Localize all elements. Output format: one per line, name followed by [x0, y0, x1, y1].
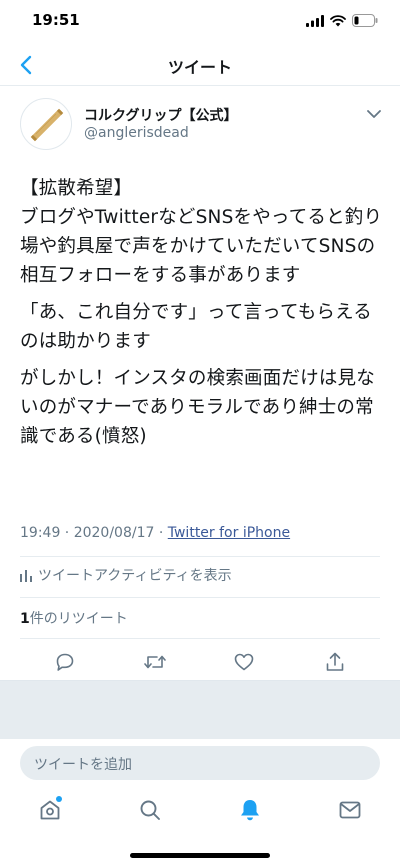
tweet-paragraph: 【拡散希望】 ブログやTwitterなどSNSをやってると釣り場や釣具屋で声をか…: [20, 178, 383, 286]
retweet-count-label: 件のリツイート: [29, 611, 128, 627]
tab-home[interactable]: [36, 796, 64, 824]
content-spacer: [0, 680, 400, 738]
page-title: ツイート: [167, 58, 232, 77]
tweet-paragraph: がしかし！インスタの検索画面だけは見ないのがマナーでありモラルであり紳士の常識で…: [20, 368, 375, 447]
bar-chart-icon: [20, 570, 32, 582]
tweet-header: コルクグリップ【公式】 @anglerisdead: [20, 98, 384, 150]
author-name[interactable]: コルクグリップ【公式】: [84, 105, 237, 125]
tab-bar: [0, 784, 400, 840]
retweet-icon: [144, 655, 166, 669]
retweet-count-link[interactable]: 1件のリツイート: [20, 608, 128, 628]
reply-button[interactable]: [51, 648, 79, 676]
status-bar: 19:51: [0, 0, 400, 44]
nav-bar: ツイート: [0, 44, 400, 86]
notification-dot: [56, 796, 62, 802]
share-icon: [326, 652, 344, 671]
tweet-activity-link[interactable]: ツイートアクティビティを表示: [20, 565, 232, 585]
wifi-icon: [330, 14, 346, 26]
tweet-activity-label: ツイートアクティビティを表示: [38, 568, 232, 584]
avatar[interactable]: [20, 98, 72, 150]
divider: [20, 556, 380, 557]
home-indicator: [130, 853, 270, 858]
bell-icon: [241, 800, 259, 821]
search-icon: [140, 800, 160, 820]
tweet-action-bar: [0, 646, 400, 678]
like-button[interactable]: [230, 648, 258, 676]
tweet-paragraph: 「あ、これ自分です」って言ってもらえるのは助かります: [20, 302, 372, 352]
heart-icon: [234, 653, 254, 671]
tab-messages[interactable]: [336, 796, 364, 824]
author-handle[interactable]: @anglerisdead: [84, 125, 189, 141]
tweet-timestamp: 19:49 · 2020/08/17 ·: [20, 525, 168, 541]
tweet-meta: 19:49 · 2020/08/17 · Twitter for iPhone: [20, 525, 290, 541]
retweet-count: 1: [20, 611, 30, 627]
divider: [20, 597, 380, 598]
reply-bar: ツイートを追加: [0, 738, 400, 784]
tab-notifications[interactable]: [236, 796, 264, 824]
cork-grip-logo: [30, 108, 64, 142]
tweet-text: 【拡散希望】 ブログやTwitterなどSNSをやってると釣り場や釣具屋で声をか…: [20, 174, 390, 459]
tweet-menu-button[interactable]: [364, 104, 384, 124]
tweet-source-link[interactable]: Twitter for iPhone: [168, 525, 290, 541]
mail-icon: [339, 801, 361, 819]
retweet-button[interactable]: [141, 648, 169, 676]
reply-icon: [56, 653, 74, 671]
divider: [20, 638, 380, 639]
reply-input[interactable]: ツイートを追加: [20, 746, 380, 780]
status-icons: [306, 14, 378, 27]
status-time: 19:51: [32, 11, 80, 29]
chevron-down-icon: [367, 109, 381, 118]
share-button[interactable]: [321, 648, 349, 676]
battery-icon: [352, 14, 378, 27]
signal-icon: [306, 14, 324, 27]
tab-search[interactable]: [136, 796, 164, 824]
